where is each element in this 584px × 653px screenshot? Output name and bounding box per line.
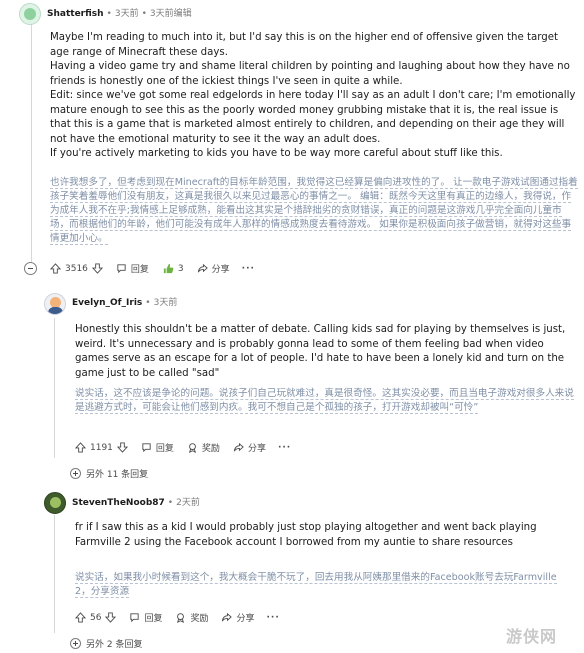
reply-label: 回复 <box>155 444 174 454</box>
more-replies-label: 另外 11 条回复 <box>86 470 149 480</box>
more-replies-link[interactable]: 另外 11 条回复 <box>70 467 148 480</box>
downvote-icon[interactable] <box>105 612 117 623</box>
share-label: 分享 <box>236 614 255 624</box>
reply-label: 回复 <box>130 265 149 275</box>
comment-actions: 56 回复 奖励 分享 ··· <box>75 611 280 624</box>
share-label: 分享 <box>247 444 266 454</box>
downvote-icon[interactable] <box>116 442 128 453</box>
award-button[interactable]: 奖励 <box>187 441 220 454</box>
thread-rail[interactable] <box>54 515 55 633</box>
timestamp[interactable]: 2天前 <box>176 498 200 508</box>
vote-score: 1191 <box>90 442 113 453</box>
award-button[interactable]: 奖励 <box>175 611 208 624</box>
username[interactable]: StevenTheNoob87 <box>72 498 165 508</box>
reply-button[interactable]: 回复 <box>129 611 162 624</box>
avatar-body-icon <box>48 307 63 314</box>
vote-control: 56 <box>75 612 117 623</box>
expand-plus-icon <box>70 638 81 649</box>
reply-label: 回复 <box>144 614 163 624</box>
more-options-button[interactable]: ··· <box>242 264 255 274</box>
award-label: 奖励 <box>190 614 209 624</box>
share-arrow-icon <box>197 263 208 273</box>
comment-paragraph: If you're actively marketing to kids you… <box>50 148 503 159</box>
edited-label: 3天前编辑 <box>149 9 192 19</box>
comment-body: Maybe I'm reading to much into it, but I… <box>50 31 578 162</box>
more-replies-label: 另外 2 条回复 <box>86 640 143 650</box>
translation-text: 说实话，如果我小时候看到这个，我大概会干脆不玩了，回去用我从阿姨那里借来的Fac… <box>75 571 575 599</box>
avatar-face-icon <box>24 8 36 20</box>
avatar[interactable] <box>44 492 66 514</box>
award-label: 奖励 <box>201 444 220 454</box>
more-replies-link[interactable]: 另外 2 条回复 <box>70 637 142 650</box>
separator-dot: • <box>145 298 151 308</box>
timestamp[interactable]: 3天前 <box>115 9 139 19</box>
separator-dot: • <box>141 9 147 19</box>
expand-plus-icon <box>70 468 81 479</box>
translation-content: 说实话，如果我小时候看到这个，我大概会干脆不玩了，回去用我从阿姨那里借来的Fac… <box>75 572 557 598</box>
comment-paragraph: Honestly this shouldn't be a matter of d… <box>75 324 566 379</box>
collapse-thread-button[interactable] <box>24 262 37 275</box>
share-button[interactable]: 分享 <box>197 262 230 275</box>
comment-body: Honestly this shouldn't be a matter of d… <box>75 323 575 381</box>
comment-body: fr if I saw this as a kid I would probab… <box>75 521 575 550</box>
comment-actions: 3516 回复 3 分享 ··· <box>50 262 255 275</box>
avatar[interactable] <box>19 3 41 25</box>
award-thumbs-icon <box>163 263 174 274</box>
reply-button[interactable]: 回复 <box>141 441 174 454</box>
separator-dot: • <box>106 9 112 19</box>
comment-actions: 1191 回复 奖励 分享 ··· <box>75 441 291 454</box>
share-arrow-icon <box>222 612 233 622</box>
comment-meta: Evelyn_Of_Iris • 3天前 <box>72 297 177 309</box>
username[interactable]: Shatterfish <box>47 9 104 19</box>
award-medal-icon <box>177 613 185 623</box>
upvote-icon[interactable] <box>75 442 86 453</box>
comment-meta: StevenTheNoob87 • 2天前 <box>72 497 200 509</box>
reply-button[interactable]: 回复 <box>116 262 149 275</box>
thread-rail[interactable] <box>31 24 32 274</box>
downvote-icon[interactable] <box>91 263 103 274</box>
separator-dot: • <box>167 498 174 508</box>
share-label: 分享 <box>211 265 230 275</box>
comment-bubble-icon <box>117 264 126 274</box>
upvote-icon[interactable] <box>75 612 86 623</box>
translation-content: 说实话，这不应该是争论的问题。说孩子们自己玩就难过，真是很奇怪。这其实没必要，而… <box>75 388 574 414</box>
translation-content: 也许我想多了，但考虑到现在Minecraft的目标年龄范围，我觉得这已经算是偏向… <box>50 177 578 245</box>
award-badge[interactable]: 3 <box>162 262 184 275</box>
comment-meta: Shatterfish • 3天前 • 3天前编辑 <box>47 8 192 20</box>
timestamp[interactable]: 3天前 <box>154 298 178 308</box>
share-button[interactable]: 分享 <box>221 611 255 624</box>
comment-paragraph: fr if I saw this as a kid I would probab… <box>75 522 537 548</box>
share-arrow-icon <box>233 442 244 452</box>
translation-text: 也许我想多了，但考虑到现在Minecraft的目标年龄范围，我觉得这已经算是偏向… <box>50 176 578 246</box>
username[interactable]: Evelyn_Of_Iris <box>72 298 142 308</box>
vote-score: 56 <box>90 612 102 623</box>
vote-score: 3516 <box>65 263 88 274</box>
thread-rail[interactable] <box>54 318 55 458</box>
more-options-button[interactable]: ··· <box>267 613 280 623</box>
share-button[interactable]: 分享 <box>233 441 266 454</box>
translation-text: 说实话，这不应该是争论的问题。说孩子们自己玩就难过，真是很奇怪。这其实没必要，而… <box>75 387 575 415</box>
comment-paragraph: Maybe I'm reading to much into it, but I… <box>50 32 558 58</box>
avatar-face-icon <box>50 497 61 508</box>
avatar[interactable] <box>44 293 66 315</box>
more-options-button[interactable]: ··· <box>278 443 291 453</box>
comment-bubble-icon <box>142 443 151 453</box>
comment-paragraph: Having a video game try and shame litera… <box>50 61 570 87</box>
comment-paragraph: Edit: since we've got some real edgelord… <box>50 90 576 145</box>
watermark-logo: 游侠网 <box>506 627 558 646</box>
award-medal-icon <box>188 443 196 453</box>
award-count: 3 <box>177 263 184 274</box>
vote-control: 1191 <box>75 442 128 453</box>
vote-control: 3516 <box>50 263 103 274</box>
comment-bubble-icon <box>130 613 140 623</box>
upvote-icon[interactable] <box>50 263 61 274</box>
